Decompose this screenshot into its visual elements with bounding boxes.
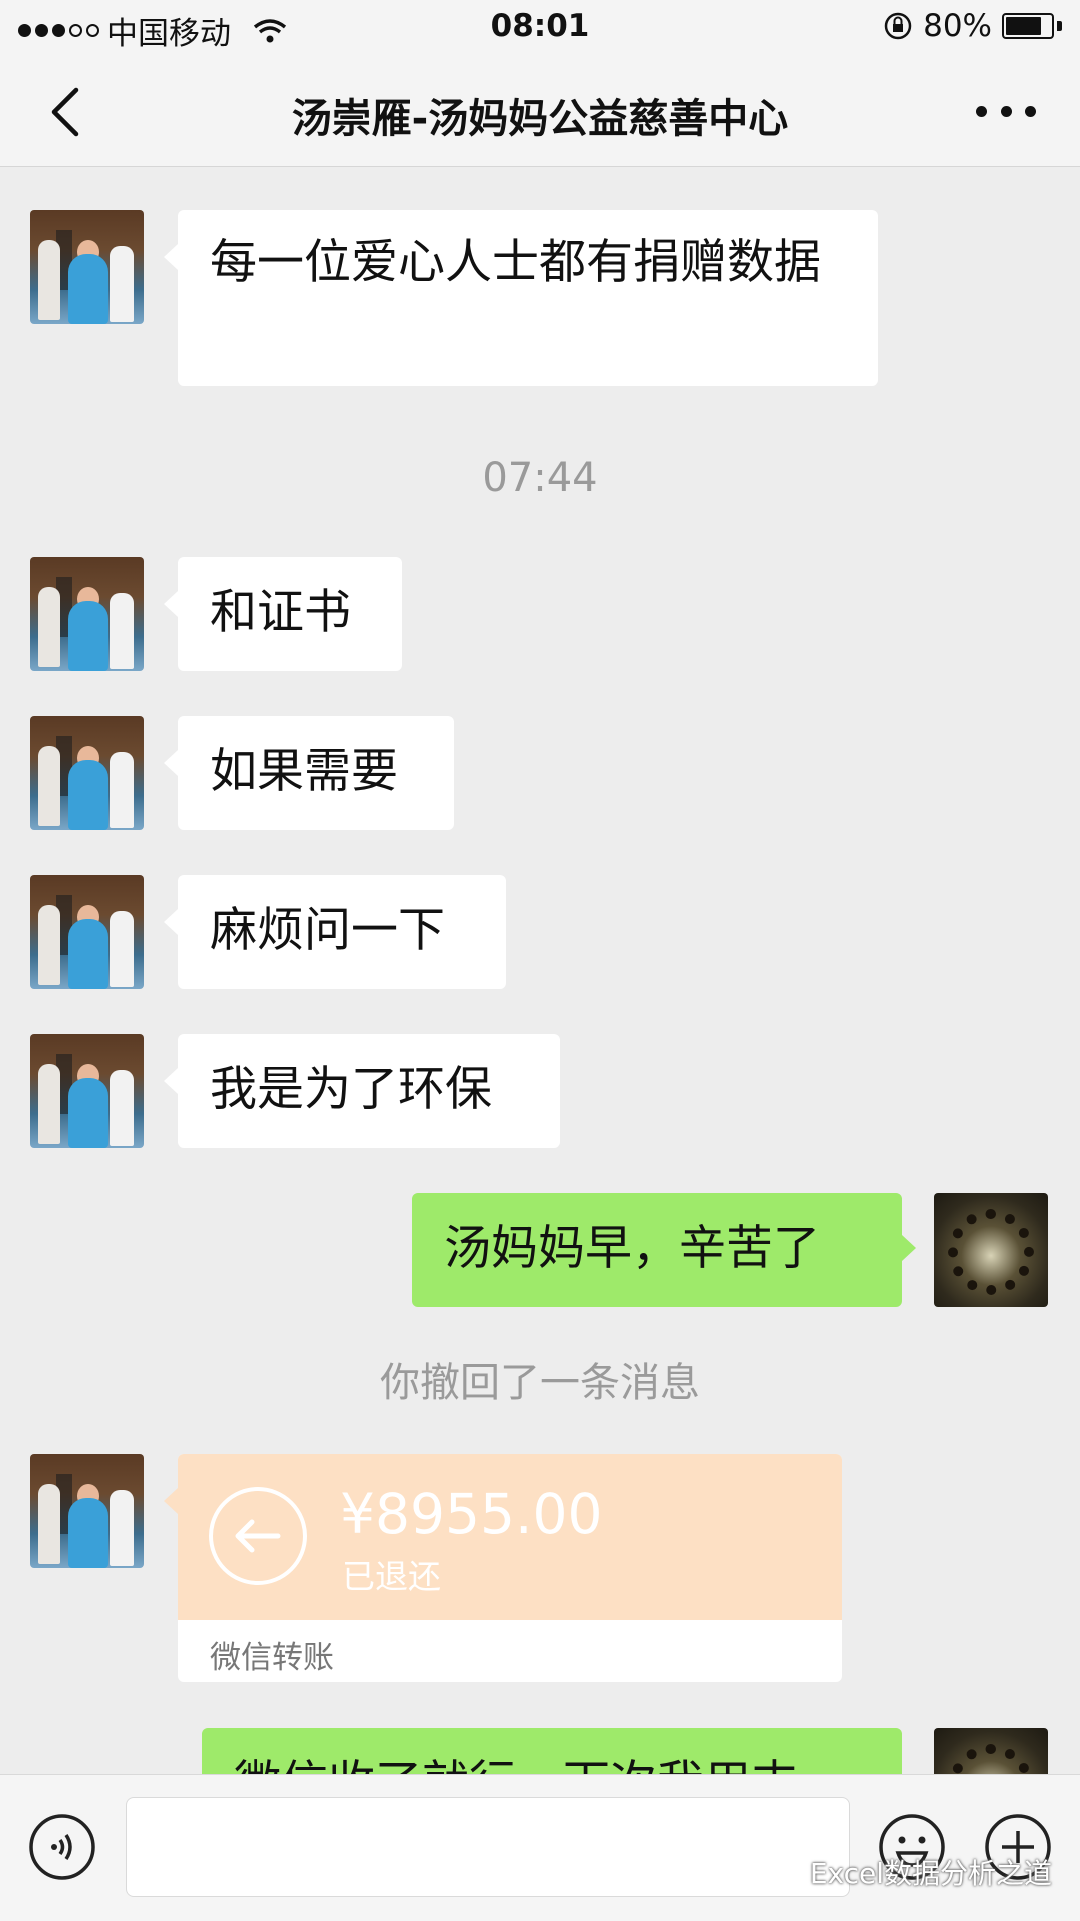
contact-avatar[interactable] xyxy=(30,210,144,324)
battery-percent: 80% xyxy=(923,8,992,44)
contact-avatar[interactable] xyxy=(30,1034,144,1148)
nav-bar: 汤崇雁-汤妈妈公益慈善中心 xyxy=(0,56,1080,167)
transfer-card[interactable]: ¥8955.00 已退还 微信转账 xyxy=(178,1454,842,1682)
voice-input-icon[interactable] xyxy=(28,1813,96,1881)
transfer-status: 已退还 xyxy=(342,1557,441,1596)
recall-notice: 你撤回了一条消息 xyxy=(380,1360,700,1406)
message-bubble-received[interactable]: 每一位爱心人士都有捐赠数据 xyxy=(164,210,878,386)
refund-arrow-icon xyxy=(209,1487,307,1585)
transfer-label: 微信转账 xyxy=(210,1640,334,1676)
input-bar xyxy=(0,1774,1080,1921)
wechat-logo-icon xyxy=(766,1857,802,1886)
contact-avatar[interactable] xyxy=(30,875,144,989)
orientation-lock-icon xyxy=(884,12,912,40)
my-avatar[interactable] xyxy=(934,1193,1048,1307)
transfer-amount: ¥8955.00 xyxy=(340,1482,603,1546)
message-bubble-received[interactable]: 和证书 xyxy=(164,557,402,671)
transfer-card-header: ¥8955.00 已退还 xyxy=(178,1454,842,1620)
message-bubble-received[interactable]: 如果需要 xyxy=(164,716,454,830)
contact-avatar[interactable] xyxy=(30,1454,144,1568)
status-bar: 中国移动 08:01 80% xyxy=(0,0,1080,56)
watermark: Excel数据分析之道 xyxy=(766,1852,1052,1892)
message-timestamp: 07:44 xyxy=(482,455,598,501)
message-bubble-sent[interactable]: 汤妈妈早，辛苦了 xyxy=(412,1193,916,1307)
more-icon[interactable] xyxy=(976,86,1036,136)
chat-title: 汤崇雁-汤妈妈公益慈善中心 xyxy=(291,96,789,142)
watermark-text: Excel数据分析之道 xyxy=(809,1857,1052,1890)
message-bubble-received[interactable]: 我是为了环保 xyxy=(164,1034,560,1148)
message-input[interactable] xyxy=(126,1797,850,1897)
contact-avatar[interactable] xyxy=(30,557,144,671)
transfer-bubble-tail xyxy=(164,1488,178,1514)
contact-avatar[interactable] xyxy=(30,716,144,830)
message-bubble-received[interactable]: 麻烦问一下 xyxy=(164,875,506,989)
status-right: 80% xyxy=(883,8,1062,44)
battery-icon xyxy=(1002,13,1062,39)
